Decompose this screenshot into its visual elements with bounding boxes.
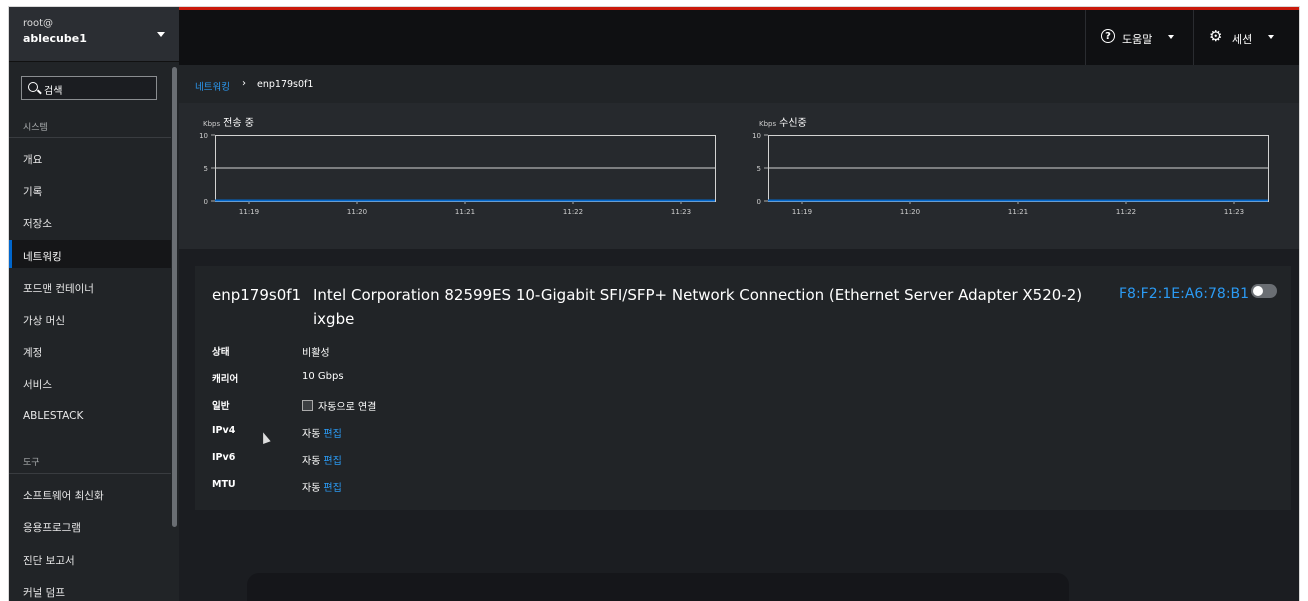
ipv6-value-group: 자동 편집: [302, 452, 342, 467]
carrier-value: 10 Gbps: [302, 371, 344, 382]
y-tick-label: 0: [204, 198, 208, 206]
sidebar-item-networking[interactable]: 네트워킹: [9, 240, 171, 268]
traffic-graphs: Kbps 전송 중 Kbps 수신중 10 5 0 11:19 11:20 11:21 11:2…: [179, 103, 1299, 249]
breadcrumb-current: enp179s0f1: [257, 79, 314, 90]
y-tick-label: 5: [757, 165, 761, 173]
search-placeholder: 검색: [44, 86, 63, 97]
sidebar-item-overview[interactable]: 개요: [9, 143, 171, 171]
status-label: 상태: [212, 347, 230, 358]
mac-address: F8:F2:1E:A6:78:B1: [1119, 286, 1250, 302]
rx-chart: 10 5 0 11:19 11:20 11:21 11:22 11:23: [752, 132, 1269, 216]
search-input[interactable]: 검색: [21, 76, 157, 100]
carrier-label: 캐리어: [212, 374, 239, 385]
gear-icon: ⚙: [1209, 27, 1223, 45]
breadcrumb: 네트워킹 › enp179s0f1: [179, 65, 1299, 103]
sidebar-item-vms[interactable]: 가상 머신: [9, 304, 171, 332]
interface-card: enp179s0f1 Intel Corporation 82599ES 10-…: [195, 266, 1291, 510]
mtu-value: 자동: [302, 483, 321, 494]
bottom-panel: [247, 573, 1069, 601]
x-tick-label: 11:23: [671, 208, 691, 216]
interface-name: enp179s0f1: [212, 286, 302, 304]
section-title-tools: 도구: [23, 458, 40, 468]
caret-down-icon: [1168, 35, 1174, 39]
auto-connect-option[interactable]: 자동으로 연결: [302, 398, 376, 413]
sidebar-item-logs[interactable]: 기록: [9, 175, 171, 203]
interface-enable-toggle[interactable]: [1251, 284, 1277, 298]
y-tick-label: 0: [757, 198, 761, 206]
y-tick-label: 5: [204, 165, 208, 173]
help-label: 도움말: [1122, 33, 1153, 46]
ipv6-edit-link[interactable]: 편집: [323, 456, 341, 467]
divider: [9, 473, 171, 474]
mtu-value-group: 자동 편집: [302, 479, 342, 494]
top-bar: ? 도움말 ⚙ 세션: [179, 7, 1299, 68]
search-icon: [28, 82, 38, 92]
sidebar-item-accounts[interactable]: 계정: [9, 336, 171, 364]
breadcrumb-separator: ›: [242, 78, 246, 89]
interface-driver: ixgbe: [313, 310, 355, 328]
section-title-system: 시스템: [23, 123, 48, 133]
sidebar: root@ ablecube1 검색 시스템 개요 기록 저장소 네트워킹 포드…: [9, 7, 179, 601]
x-tick-label: 11:20: [347, 208, 367, 216]
divider: [9, 137, 171, 138]
sidebar-item-ablestack[interactable]: ABLESTACK: [9, 401, 171, 429]
general-label: 일반: [212, 401, 230, 412]
help-menu-button[interactable]: ? 도움말: [1085, 10, 1194, 65]
mtu-label: MTU: [212, 479, 236, 490]
app-window: root@ ablecube1 검색 시스템 개요 기록 저장소 네트워킹 포드…: [8, 6, 1300, 601]
sidebar-item-services[interactable]: 서비스: [9, 368, 171, 396]
session-label: 세션: [1232, 33, 1253, 46]
ipv4-value: 자동: [302, 429, 321, 440]
sidebar-item-applications[interactable]: 응용프로그램: [9, 511, 171, 539]
x-tick-label: 11:19: [792, 208, 812, 216]
interface-description: Intel Corporation 82599ES 10-Gigabit SFI…: [313, 286, 1083, 304]
ipv4-edit-link[interactable]: 편집: [323, 429, 341, 440]
sidebar-item-podman[interactable]: 포드맨 컨테이너: [9, 272, 171, 300]
sidebar-item-storage[interactable]: 저장소: [9, 207, 171, 235]
caret-down-icon: [157, 32, 165, 37]
x-tick-label: 11:20: [900, 208, 920, 216]
sidebar-scrollbar[interactable]: [172, 67, 177, 527]
ipv6-label: IPv6: [212, 452, 236, 463]
ipv4-label: IPv4: [212, 425, 236, 436]
tx-chart: 10 5 0 11:19 11:20 11:21 11:22 11:23: [199, 132, 716, 216]
status-value: 비활성: [302, 348, 330, 359]
x-tick-label: 11:21: [455, 208, 475, 216]
auto-connect-checkbox[interactable]: [302, 400, 313, 411]
x-tick-label: 11:22: [1116, 208, 1136, 216]
sidebar-item-software-updates[interactable]: 소프트웨어 최신화: [9, 479, 171, 507]
ipv6-value: 자동: [302, 456, 321, 467]
breadcrumb-link-networking[interactable]: 네트워킹: [195, 79, 230, 93]
help-icon: ?: [1101, 29, 1115, 43]
x-tick-label: 11:23: [1224, 208, 1244, 216]
x-tick-label: 11:19: [239, 208, 259, 216]
sidebar-item-kernel-dump[interactable]: 커널 덤프: [9, 576, 171, 601]
x-tick-label: 11:22: [563, 208, 583, 216]
host-name: ablecube1: [23, 32, 87, 45]
host-switcher[interactable]: root@ ablecube1: [9, 7, 179, 62]
sidebar-item-diagnostic-reports[interactable]: 진단 보고서: [9, 544, 171, 572]
y-tick-label: 10: [752, 132, 761, 140]
session-menu-button[interactable]: ⚙ 세션: [1193, 10, 1299, 65]
x-tick-label: 11:21: [1008, 208, 1028, 216]
auto-connect-label: 자동으로 연결: [318, 402, 377, 413]
y-tick-label: 10: [199, 132, 208, 140]
mtu-edit-link[interactable]: 편집: [323, 483, 341, 494]
toggle-knob: [1253, 286, 1263, 296]
caret-down-icon: [1268, 35, 1274, 39]
host-user: root@: [23, 18, 54, 29]
ipv4-value-group: 자동 편집: [302, 425, 342, 440]
